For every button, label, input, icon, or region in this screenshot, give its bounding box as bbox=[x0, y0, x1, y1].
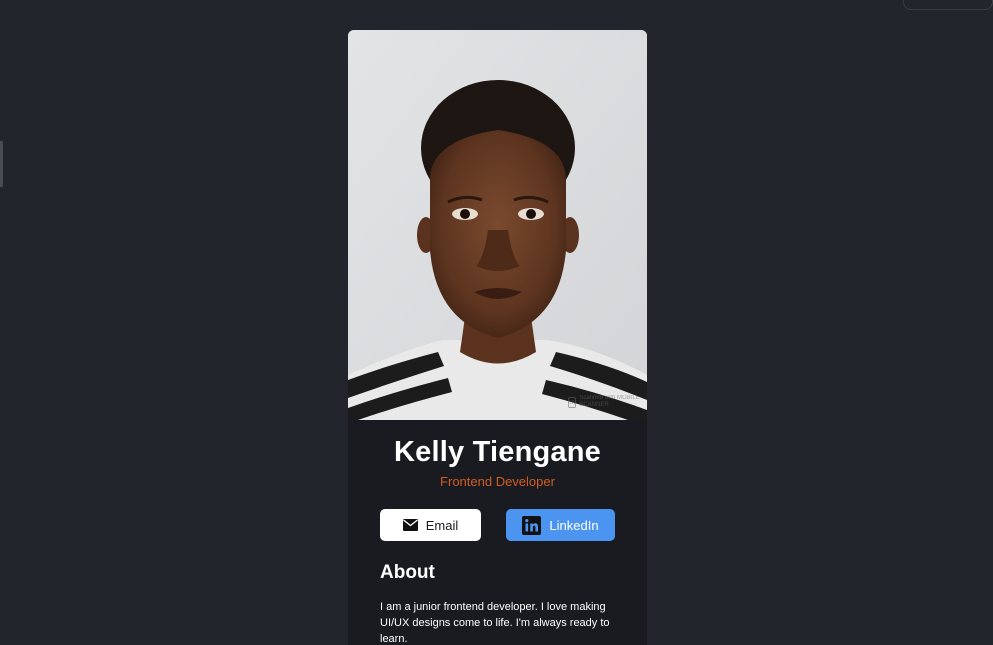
email-button[interactable]: Email bbox=[380, 509, 481, 541]
scanner-watermark-text: Scanned with MOBILE SCANNER bbox=[579, 395, 640, 408]
profile-photo: m Scanned with MOBILE SCANNER bbox=[348, 30, 647, 420]
email-button-label: Email bbox=[425, 517, 459, 533]
page: m Scanned with MOBILE SCANNER Kelly Tien… bbox=[0, 0, 993, 645]
corner-tab bbox=[903, 0, 993, 10]
linkedin-button-label: LinkedIn bbox=[549, 517, 599, 533]
contact-buttons: Email LinkedIn bbox=[348, 509, 647, 541]
profile-role: Frontend Developer bbox=[440, 474, 555, 489]
profile-info: Kelly Tiengane Frontend Developer Email bbox=[348, 420, 647, 541]
about-heading: About bbox=[380, 562, 435, 583]
profile-name: Kelly Tiengane bbox=[394, 436, 601, 468]
envelope-icon bbox=[402, 519, 418, 531]
scanner-watermark: m Scanned with MOBILE SCANNER bbox=[568, 388, 644, 416]
about-text: I am a junior frontend developer. I love… bbox=[380, 601, 610, 645]
linkedin-button[interactable]: LinkedIn bbox=[506, 509, 615, 541]
about-section: About I am a junior frontend developer. … bbox=[348, 541, 647, 645]
scanner-watermark-badge: m bbox=[568, 396, 577, 408]
profile-card: m Scanned with MOBILE SCANNER Kelly Tien… bbox=[348, 30, 647, 645]
profile-photo-illustration bbox=[348, 30, 647, 420]
window-edge-scrollbar[interactable] bbox=[0, 141, 3, 187]
linkedin-icon bbox=[522, 515, 542, 535]
